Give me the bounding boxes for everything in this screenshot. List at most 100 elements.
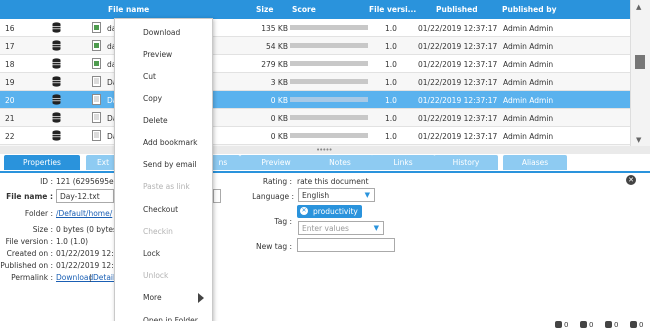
folder-label: Folder : [24, 209, 53, 218]
score-bar [290, 25, 368, 30]
table-row[interactable]: 22 Da 0 KB 1.0 01/22/2019 12:37:17 Admin Admi… [0, 127, 630, 145]
col-published[interactable]: Published [436, 5, 478, 14]
col-file-version[interactable]: File versi... [369, 5, 416, 14]
filename-input[interactable]: Day-12.txt [56, 189, 114, 203]
document-icon [580, 321, 587, 328]
database-icon [52, 130, 61, 141]
score-bar [290, 133, 368, 138]
status-item[interactable]: 0 [605, 321, 618, 329]
database-icon [52, 94, 61, 105]
table-row[interactable]: 16 da 135 KB 1.0 01/22/2019 12:37:17 Admin Ad… [0, 19, 630, 37]
col-score[interactable]: Score [292, 5, 316, 14]
tab-properties[interactable]: Properties [4, 155, 80, 170]
database-icon [52, 40, 61, 51]
permalink-download-link[interactable]: Download [56, 273, 93, 282]
table-row[interactable]: 19 Da 3 KB 1.0 01/22/2019 12:37:17 Admin Admi… [0, 73, 630, 91]
menu-delete[interactable]: Delete [143, 116, 168, 125]
published-date: 01/22/2019 12:37:17 [418, 96, 498, 105]
file-size: 3 KB [270, 78, 288, 87]
menu-download[interactable]: Download [143, 28, 180, 37]
newtag-input[interactable] [297, 238, 395, 252]
menu-unlock: Unlock [143, 271, 169, 280]
col-file-name[interactable]: File name [108, 5, 149, 14]
score-bar [290, 61, 368, 66]
status-count: 0 [639, 321, 644, 329]
menu-more[interactable]: More [143, 293, 162, 302]
remove-tag-icon[interactable]: ✕ [300, 207, 308, 215]
published-by: Admin Admin [503, 24, 554, 33]
file-version: 1.0 [385, 24, 397, 33]
menu-add-bookmark[interactable]: Add bookmark [143, 138, 198, 147]
status-item[interactable]: 0 [580, 321, 593, 329]
menu-checkout[interactable]: Checkout [143, 205, 178, 214]
splitter-grip-icon[interactable]: ••••• [316, 146, 333, 154]
published-date: 01/22/2019 12:37:17 [418, 132, 498, 141]
score-bar [290, 115, 368, 120]
table-row[interactable]: 17 da 54 KB 1.0 01/22/2019 12:37:17 Admin Adm… [0, 37, 630, 55]
rating-link[interactable]: rate this document [297, 177, 369, 186]
tab-links[interactable]: Links [371, 155, 435, 170]
size-label: Size : [32, 225, 53, 234]
file-size: 0 KB [270, 114, 288, 123]
folder-link[interactable]: /Default/home/ [56, 209, 112, 218]
published-by: Admin Admin [503, 42, 554, 51]
tag-label: Tag : [274, 217, 292, 226]
documents-grid: File name Size Score File versi... Publi… [0, 0, 630, 146]
tab-preview[interactable]: Preview [240, 155, 312, 170]
published-date: 01/22/2019 12:37:17 [418, 114, 498, 123]
text-file-icon [92, 94, 101, 105]
published-by: Admin Admin [503, 114, 554, 123]
table-row[interactable]: 18 da 279 KB 1.0 01/22/2019 12:37:17 Admin Ad… [0, 55, 630, 73]
file-version: 1.0 [385, 114, 397, 123]
tab-notes[interactable]: Notes [307, 155, 373, 170]
menu-preview[interactable]: Preview [143, 50, 172, 59]
grid-scrollbar[interactable]: ▲ ▼ [630, 0, 650, 146]
published-date: 01/22/2019 12:37:17 [418, 24, 498, 33]
menu-copy[interactable]: Copy [143, 94, 162, 103]
published-date: 01/22/2019 12:37:17 [418, 60, 498, 69]
image-file-icon [92, 40, 101, 51]
menu-cut[interactable]: Cut [143, 72, 156, 81]
version-label: File version : [5, 237, 53, 246]
tag-chip[interactable]: ✕ productivity [297, 205, 362, 218]
menu-paste-link: Paste as link [143, 182, 190, 191]
tag-select[interactable]: Enter values ▼ [298, 221, 384, 235]
language-label: Language : [252, 192, 294, 201]
version-value: 1.0 (1.0) [56, 237, 89, 246]
published-date: 01/22/2019 12:37:17 [418, 78, 498, 87]
file-size: 135 KB [261, 24, 288, 33]
menu-send-email[interactable]: Send by email [143, 160, 197, 169]
status-item[interactable]: 0 [630, 321, 643, 329]
text-file-icon [92, 130, 101, 141]
splitter[interactable]: ••••• [0, 146, 650, 154]
tab-history[interactable]: History [434, 155, 498, 170]
menu-lock[interactable]: Lock [143, 249, 160, 258]
table-row[interactable]: 20 Da 0 KB 1.0 01/22/2019 12:37:17 Admin Admi… [0, 91, 630, 109]
text-file-icon [92, 112, 101, 123]
table-row[interactable]: 21 Da 0 KB 1.0 01/22/2019 12:37:17 Admin Admi… [0, 109, 630, 127]
file-version: 1.0 [385, 132, 397, 141]
tag-placeholder: Enter values [302, 224, 349, 233]
col-size[interactable]: Size [256, 5, 273, 14]
permalink-details-link[interactable]: Detail [93, 273, 115, 282]
status-count: 0 [589, 321, 594, 329]
language-select[interactable]: English ▼ [298, 188, 375, 202]
filename-label: File name : [6, 192, 53, 201]
published-by: Admin Admin [503, 132, 554, 141]
status-item[interactable]: 0 [555, 321, 568, 329]
col-published-by[interactable]: Published by [502, 5, 556, 14]
scroll-up-icon[interactable]: ▲ [636, 3, 641, 11]
row-number: 18 [5, 60, 15, 69]
close-icon[interactable]: ✕ [626, 175, 636, 185]
published-date: 01/22/2019 12:37:17 [418, 42, 498, 51]
file-size: 54 KB [266, 42, 288, 51]
status-count: 0 [614, 321, 619, 329]
menu-checkin: Checkin [143, 227, 173, 236]
image-file-icon [92, 58, 101, 69]
scroll-thumb[interactable] [635, 55, 645, 69]
row-number: 22 [5, 132, 15, 141]
tab-aliases[interactable]: Aliases [503, 155, 567, 170]
file-size: 0 KB [270, 96, 288, 105]
scroll-down-icon[interactable]: ▼ [636, 136, 641, 144]
submenu-arrow-icon [198, 293, 204, 303]
